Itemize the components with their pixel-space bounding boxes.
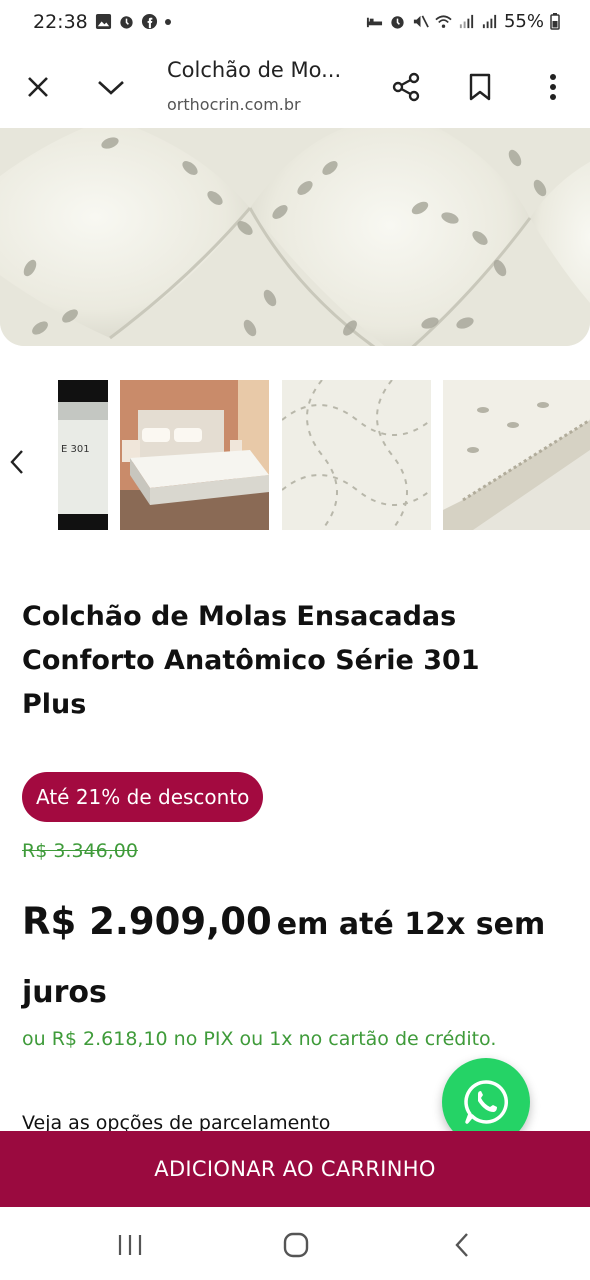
thumb-label-text: E 301 [61, 444, 90, 455]
recent-apps-icon [118, 1235, 142, 1255]
page-title: Colchão de Mo... [167, 58, 342, 82]
mattress-label-thumbnail[interactable]: E 301 [58, 380, 108, 530]
battery-level: 55% [503, 11, 544, 32]
share-icon [392, 72, 420, 102]
battery-icon [550, 13, 560, 30]
share-button[interactable] [384, 65, 428, 109]
home-icon [283, 1232, 309, 1258]
gallery-thumbnails: E 301 [0, 380, 590, 530]
back-button[interactable] [442, 1225, 482, 1265]
signal-icon [459, 14, 474, 29]
bookmark-button[interactable] [458, 65, 502, 109]
add-to-cart-button[interactable]: ADICIONAR AO CARRINHO [0, 1131, 590, 1207]
old-price: R$ 3.346,00 [22, 840, 138, 862]
system-nav-bar [0, 1207, 590, 1280]
product-main-image[interactable] [0, 128, 590, 346]
alarm-icon [391, 16, 404, 29]
product-title: Colchão de Molas Ensacadas Conforto Anat… [22, 595, 562, 727]
more-options-button[interactable] [531, 65, 575, 109]
close-button[interactable] [16, 65, 60, 109]
product-title-line-3: Plus [22, 689, 87, 720]
quilted-surface-thumbnail[interactable] [282, 380, 431, 530]
bed-icon [366, 17, 383, 28]
product-title-line-2: Conforto Anatômico Série 301 [22, 645, 480, 676]
status-time: 22:38 [33, 11, 88, 33]
more-vert-icon [550, 74, 556, 100]
page-url: orthocrin.com.br [167, 95, 301, 114]
bookmark-icon [469, 73, 491, 101]
image-icon [95, 13, 112, 30]
wifi-icon [435, 15, 452, 28]
close-icon [28, 77, 48, 97]
signal-icon [482, 14, 497, 29]
dot-icon [165, 18, 171, 25]
recent-apps-button[interactable] [110, 1225, 150, 1265]
back-icon [455, 1233, 468, 1257]
home-button[interactable] [276, 1225, 316, 1265]
quilted-mattress-photo [0, 128, 590, 346]
chevron-down-icon [98, 81, 124, 95]
mute-icon [413, 15, 429, 28]
pix-price-text: ou R$ 2.618,10 no PIX ou 1x no cartão de… [22, 1028, 497, 1050]
expand-button[interactable] [89, 65, 133, 109]
price-block: R$ 2.909,00 em até 12x sem juros [22, 890, 577, 1029]
bedroom-bed-thumbnail[interactable] [120, 380, 269, 530]
current-price: R$ 2.909,00 [22, 900, 272, 943]
product-title-line-1: Colchão de Molas Ensacadas [22, 601, 457, 632]
status-bar: 22:38 55% [0, 0, 590, 46]
add-to-cart-label: ADICIONAR AO CARRINHO [154, 1157, 436, 1181]
facebook-icon [141, 13, 158, 30]
whatsapp-icon [464, 1080, 509, 1124]
discount-badge: Até 21% de desconto [22, 772, 264, 822]
mattress-edge-thumbnail[interactable] [443, 380, 590, 530]
alarm-icon [120, 16, 133, 29]
browser-toolbar: Colchão de Mo... orthocrin.com.br [0, 46, 590, 128]
